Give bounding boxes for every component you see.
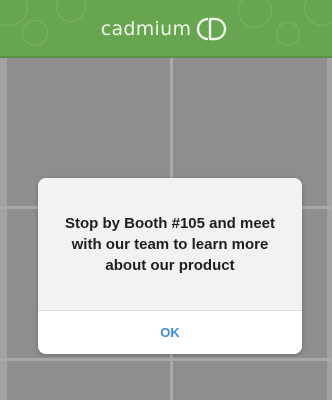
app-logo: cadmium [0,0,332,56]
grid-edge [0,58,7,400]
app-header: cadmium [0,0,332,58]
logo-text: cadmium [100,18,192,40]
ok-button[interactable]: OK [38,311,302,354]
grid-edge [327,58,332,400]
dialog-message: Stop by Booth #105 and meet with our tea… [64,214,276,274]
grid-divider [0,358,332,361]
cd-monogram-icon [193,16,231,42]
dialog-body: Stop by Booth #105 and meet with our tea… [38,178,302,310]
alert-dialog: Stop by Booth #105 and meet with our tea… [38,178,302,354]
